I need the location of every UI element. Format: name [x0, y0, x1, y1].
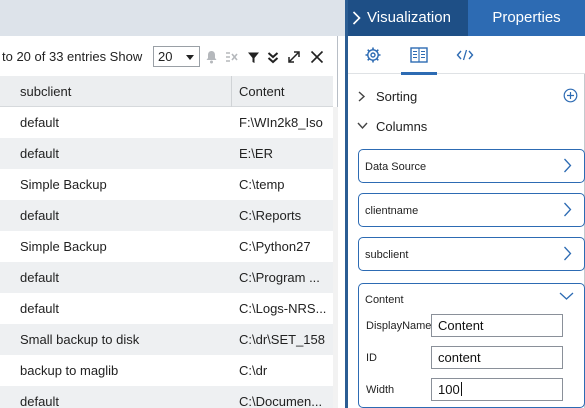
dropdown-caret-icon	[186, 55, 194, 60]
content-cell: C:\Reports	[239, 208, 302, 223]
table-row[interactable]: default C:\Reports	[0, 200, 333, 231]
width-label: Width	[366, 384, 395, 396]
subclient-cell: backup to maglib	[20, 363, 119, 378]
table-row[interactable]: backup to maglib C:\dr	[0, 355, 333, 386]
width-field[interactable]: 100	[431, 378, 563, 401]
columns-subtab[interactable]	[396, 36, 442, 75]
table-scrollbar[interactable]	[333, 107, 338, 408]
code-icon	[456, 49, 474, 61]
subclient-cell: default	[20, 270, 60, 285]
properties-panel: Visualization Properties Sorting Columns…	[348, 0, 585, 408]
display-name-value: Content	[438, 318, 484, 333]
content-cell: C:\Program ...	[239, 270, 320, 285]
tab-visualization[interactable]: Visualization	[348, 0, 468, 36]
subclient-cell: Simple Backup	[20, 177, 107, 192]
table-header-row: subclient Content	[0, 76, 333, 107]
column-header-subclient[interactable]: subclient	[20, 76, 71, 107]
table-row[interactable]: Small backup to disk C:\dr\SET_158	[0, 324, 333, 355]
column-item-label: clientname	[365, 205, 419, 217]
content-cell: C:\Logs-NRS...	[239, 301, 327, 316]
table-row[interactable]: default C:\Logs-NRS...	[0, 293, 333, 324]
table-row[interactable]: default C:\Documen...	[0, 386, 333, 408]
filter-icon[interactable]	[245, 48, 261, 66]
panel-tabbar: Visualization Properties	[348, 0, 585, 36]
table-row[interactable]: Simple Backup C:\temp	[0, 169, 333, 200]
column-item-title: Content	[365, 294, 404, 306]
bell-icon[interactable]	[203, 48, 219, 66]
entries-info: to 20 of 33 entries Show	[2, 49, 143, 64]
gear-icon	[365, 47, 381, 63]
content-cell: C:\dr	[239, 363, 268, 378]
table-area: to 20 of 33 entries Show 20 subclient Co…	[0, 0, 345, 408]
chevron-right-icon	[564, 202, 572, 217]
properties-subtabs	[348, 36, 585, 75]
table-row[interactable]: default C:\Program ...	[0, 262, 333, 293]
chevron-down-icon	[357, 122, 368, 130]
column-item-data-source[interactable]: Data Source	[358, 149, 585, 183]
settings-subtab[interactable]	[350, 36, 396, 74]
chevron-right-icon	[358, 91, 366, 102]
table-panel: to 20 of 33 entries Show 20 subclient Co…	[0, 36, 338, 408]
width-value: 100	[438, 382, 460, 397]
clear-filter-icon[interactable]	[224, 48, 240, 66]
chevron-right-icon	[564, 158, 572, 173]
page-size-select[interactable]: 20	[153, 46, 200, 67]
add-sort-icon[interactable]	[563, 88, 578, 103]
chevrons-down-icon[interactable]	[265, 48, 281, 66]
id-value: content	[438, 350, 481, 365]
id-field[interactable]: content	[431, 346, 563, 369]
sorting-section[interactable]: Sorting	[354, 86, 578, 108]
table-header-band	[0, 0, 345, 36]
content-cell: C:\dr\SET_158	[239, 332, 325, 347]
display-name-label: DisplayName	[366, 320, 432, 332]
tab-properties[interactable]: Properties	[468, 0, 585, 36]
column-item-label: subclient	[365, 249, 409, 261]
columns-icon	[410, 47, 428, 63]
subclient-cell: default	[20, 301, 60, 316]
column-item-label: Data Source	[365, 161, 427, 173]
text-cursor	[460, 382, 462, 396]
column-header-content[interactable]: Content	[239, 76, 285, 107]
table-toolbar: to 20 of 33 entries Show 20	[0, 44, 338, 70]
subclient-cell: default	[20, 394, 60, 408]
display-name-field[interactable]: Content	[431, 314, 563, 337]
sorting-label: Sorting	[376, 89, 418, 104]
subclient-cell: Simple Backup	[20, 239, 107, 254]
expand-icon[interactable]	[286, 48, 302, 66]
content-cell: C:\Documen...	[239, 394, 323, 408]
code-subtab[interactable]	[442, 36, 488, 74]
chevron-right-icon	[352, 11, 361, 25]
columns-label: Columns	[376, 119, 428, 134]
content-cell: C:\Python27	[239, 239, 311, 254]
tab-visualization-label: Visualization	[367, 9, 451, 26]
page-size-value: 20	[158, 49, 173, 64]
close-icon[interactable]	[309, 48, 325, 66]
id-label: ID	[366, 352, 377, 364]
subclient-cell: default	[20, 115, 60, 130]
content-cell: F:\WIn2k8_Iso	[239, 115, 323, 130]
table-row[interactable]: Simple Backup C:\Python27	[0, 231, 333, 262]
chevron-down-icon[interactable]	[559, 291, 574, 301]
column-item-subclient[interactable]: subclient	[358, 237, 585, 271]
column-item-content: Content DisplayName Content ID content W…	[358, 283, 585, 408]
table-row[interactable]: default F:\WIn2k8_Iso	[0, 107, 333, 138]
chevron-right-icon	[564, 246, 572, 261]
column-item-clientname[interactable]: clientname	[358, 193, 585, 227]
column-divider[interactable]	[231, 76, 232, 107]
content-cell: E:\ER	[239, 146, 273, 161]
subclient-cell: default	[20, 146, 60, 161]
content-cell: C:\temp	[239, 177, 285, 192]
subclient-cell: default	[20, 208, 60, 223]
table-row[interactable]: default E:\ER	[0, 138, 333, 169]
subclient-cell: Small backup to disk	[20, 332, 140, 347]
columns-section[interactable]: Columns	[354, 116, 578, 138]
